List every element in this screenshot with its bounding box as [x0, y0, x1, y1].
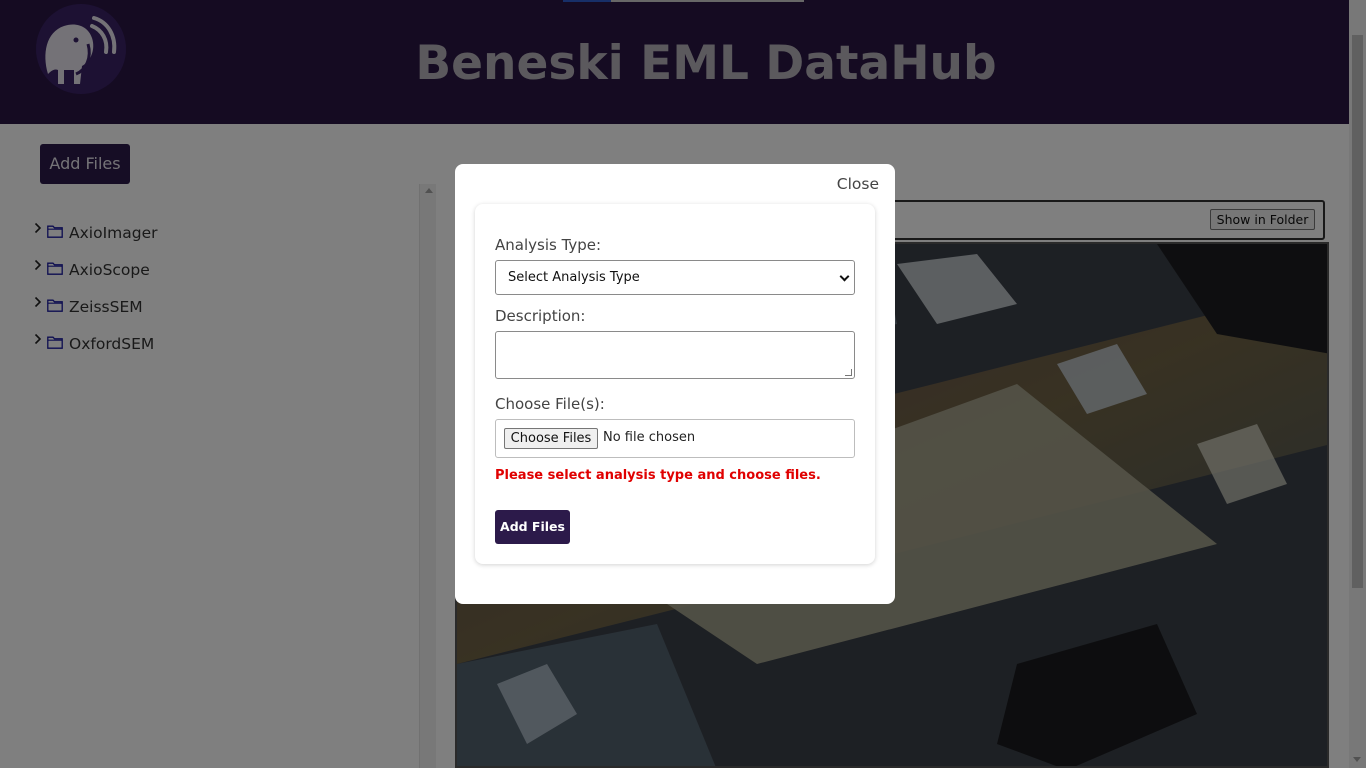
close-button[interactable]: Close [837, 175, 879, 193]
chevron-down-icon [839, 271, 850, 282]
analysis-type-label: Analysis Type: [495, 236, 602, 254]
file-input[interactable]: Choose Files No file chosen [495, 419, 855, 458]
validation-error-message: Please select analysis type and choose f… [495, 468, 821, 483]
no-file-chosen-text: No file chosen [603, 430, 696, 445]
choose-files-label: Choose File(s): [495, 395, 605, 413]
analysis-type-selected-value: Select Analysis Type [508, 270, 640, 285]
add-files-modal: Close Analysis Type: Select Analysis Typ… [455, 164, 895, 604]
submit-add-files-button[interactable]: Add Files [495, 510, 570, 544]
resize-grip-icon[interactable] [845, 369, 852, 376]
choose-files-button[interactable]: Choose Files [504, 428, 598, 449]
analysis-type-select[interactable]: Select Analysis Type [495, 260, 855, 295]
description-textarea[interactable] [495, 331, 855, 379]
add-files-form: Analysis Type: Select Analysis Type Desc… [475, 204, 875, 564]
description-label: Description: [495, 307, 586, 325]
